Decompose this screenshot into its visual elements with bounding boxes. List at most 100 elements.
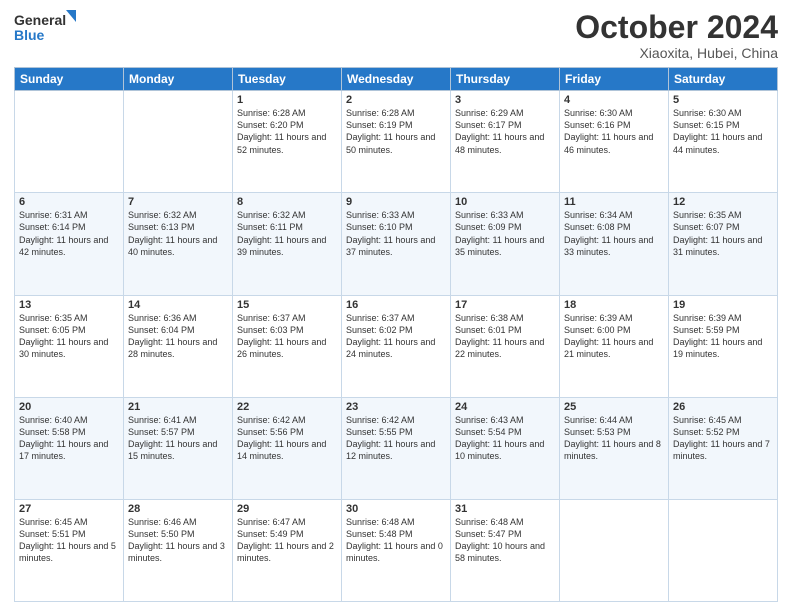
day-info: Sunrise: 6:28 AM Sunset: 6:19 PM Dayligh… xyxy=(346,107,446,156)
day-number: 8 xyxy=(237,196,337,208)
day-number: 3 xyxy=(455,94,555,106)
day-info: Sunrise: 6:28 AM Sunset: 6:20 PM Dayligh… xyxy=(237,107,337,156)
calendar-cell: 25Sunrise: 6:44 AM Sunset: 5:53 PM Dayli… xyxy=(560,397,669,499)
day-number: 23 xyxy=(346,401,446,413)
calendar-cell: 12Sunrise: 6:35 AM Sunset: 6:07 PM Dayli… xyxy=(669,193,778,295)
day-info: Sunrise: 6:35 AM Sunset: 6:05 PM Dayligh… xyxy=(19,312,119,361)
calendar-week-3: 13Sunrise: 6:35 AM Sunset: 6:05 PM Dayli… xyxy=(15,295,778,397)
day-number: 7 xyxy=(128,196,228,208)
day-number: 16 xyxy=(346,299,446,311)
day-number: 9 xyxy=(346,196,446,208)
day-number: 18 xyxy=(564,299,664,311)
calendar-cell: 26Sunrise: 6:45 AM Sunset: 5:52 PM Dayli… xyxy=(669,397,778,499)
title-block: October 2024 Xiaoxita, Hubei, China xyxy=(575,10,778,61)
day-info: Sunrise: 6:30 AM Sunset: 6:16 PM Dayligh… xyxy=(564,107,664,156)
calendar-week-1: 1Sunrise: 6:28 AM Sunset: 6:20 PM Daylig… xyxy=(15,91,778,193)
calendar-cell: 31Sunrise: 6:48 AM Sunset: 5:47 PM Dayli… xyxy=(451,499,560,601)
day-info: Sunrise: 6:39 AM Sunset: 5:59 PM Dayligh… xyxy=(673,312,773,361)
calendar-cell: 14Sunrise: 6:36 AM Sunset: 6:04 PM Dayli… xyxy=(124,295,233,397)
header-tuesday: Tuesday xyxy=(233,68,342,91)
calendar-cell xyxy=(124,91,233,193)
day-info: Sunrise: 6:48 AM Sunset: 5:47 PM Dayligh… xyxy=(455,516,555,565)
calendar-header-row: SundayMondayTuesdayWednesdayThursdayFrid… xyxy=(15,68,778,91)
day-info: Sunrise: 6:32 AM Sunset: 6:11 PM Dayligh… xyxy=(237,209,337,258)
calendar-cell: 27Sunrise: 6:45 AM Sunset: 5:51 PM Dayli… xyxy=(15,499,124,601)
svg-text:Blue: Blue xyxy=(14,27,45,43)
calendar-cell: 2Sunrise: 6:28 AM Sunset: 6:19 PM Daylig… xyxy=(342,91,451,193)
calendar-cell xyxy=(560,499,669,601)
day-number: 28 xyxy=(128,503,228,515)
header-wednesday: Wednesday xyxy=(342,68,451,91)
day-info: Sunrise: 6:37 AM Sunset: 6:02 PM Dayligh… xyxy=(346,312,446,361)
day-info: Sunrise: 6:37 AM Sunset: 6:03 PM Dayligh… xyxy=(237,312,337,361)
calendar-cell: 5Sunrise: 6:30 AM Sunset: 6:15 PM Daylig… xyxy=(669,91,778,193)
day-info: Sunrise: 6:44 AM Sunset: 5:53 PM Dayligh… xyxy=(564,414,664,463)
day-number: 12 xyxy=(673,196,773,208)
day-info: Sunrise: 6:43 AM Sunset: 5:54 PM Dayligh… xyxy=(455,414,555,463)
day-info: Sunrise: 6:47 AM Sunset: 5:49 PM Dayligh… xyxy=(237,516,337,565)
day-info: Sunrise: 6:41 AM Sunset: 5:57 PM Dayligh… xyxy=(128,414,228,463)
day-number: 11 xyxy=(564,196,664,208)
day-info: Sunrise: 6:45 AM Sunset: 5:51 PM Dayligh… xyxy=(19,516,119,565)
day-info: Sunrise: 6:29 AM Sunset: 6:17 PM Dayligh… xyxy=(455,107,555,156)
day-info: Sunrise: 6:36 AM Sunset: 6:04 PM Dayligh… xyxy=(128,312,228,361)
calendar-cell: 4Sunrise: 6:30 AM Sunset: 6:16 PM Daylig… xyxy=(560,91,669,193)
calendar-cell: 8Sunrise: 6:32 AM Sunset: 6:11 PM Daylig… xyxy=(233,193,342,295)
calendar-cell: 29Sunrise: 6:47 AM Sunset: 5:49 PM Dayli… xyxy=(233,499,342,601)
calendar-cell: 15Sunrise: 6:37 AM Sunset: 6:03 PM Dayli… xyxy=(233,295,342,397)
calendar-cell xyxy=(15,91,124,193)
day-info: Sunrise: 6:33 AM Sunset: 6:09 PM Dayligh… xyxy=(455,209,555,258)
calendar-cell: 24Sunrise: 6:43 AM Sunset: 5:54 PM Dayli… xyxy=(451,397,560,499)
day-info: Sunrise: 6:30 AM Sunset: 6:15 PM Dayligh… xyxy=(673,107,773,156)
logo: GeneralBlue xyxy=(14,10,84,48)
day-info: Sunrise: 6:32 AM Sunset: 6:13 PM Dayligh… xyxy=(128,209,228,258)
day-number: 21 xyxy=(128,401,228,413)
day-number: 27 xyxy=(19,503,119,515)
calendar-cell: 16Sunrise: 6:37 AM Sunset: 6:02 PM Dayli… xyxy=(342,295,451,397)
day-number: 10 xyxy=(455,196,555,208)
day-number: 1 xyxy=(237,94,337,106)
day-number: 22 xyxy=(237,401,337,413)
day-info: Sunrise: 6:39 AM Sunset: 6:00 PM Dayligh… xyxy=(564,312,664,361)
svg-text:General: General xyxy=(14,12,66,28)
calendar-cell: 22Sunrise: 6:42 AM Sunset: 5:56 PM Dayli… xyxy=(233,397,342,499)
day-number: 14 xyxy=(128,299,228,311)
calendar-cell: 6Sunrise: 6:31 AM Sunset: 6:14 PM Daylig… xyxy=(15,193,124,295)
day-number: 17 xyxy=(455,299,555,311)
day-number: 30 xyxy=(346,503,446,515)
day-info: Sunrise: 6:31 AM Sunset: 6:14 PM Dayligh… xyxy=(19,209,119,258)
day-info: Sunrise: 6:46 AM Sunset: 5:50 PM Dayligh… xyxy=(128,516,228,565)
calendar-cell: 10Sunrise: 6:33 AM Sunset: 6:09 PM Dayli… xyxy=(451,193,560,295)
day-number: 26 xyxy=(673,401,773,413)
header-monday: Monday xyxy=(124,68,233,91)
day-info: Sunrise: 6:40 AM Sunset: 5:58 PM Dayligh… xyxy=(19,414,119,463)
day-info: Sunrise: 6:42 AM Sunset: 5:55 PM Dayligh… xyxy=(346,414,446,463)
day-number: 29 xyxy=(237,503,337,515)
day-info: Sunrise: 6:48 AM Sunset: 5:48 PM Dayligh… xyxy=(346,516,446,565)
calendar-week-5: 27Sunrise: 6:45 AM Sunset: 5:51 PM Dayli… xyxy=(15,499,778,601)
calendar-cell: 13Sunrise: 6:35 AM Sunset: 6:05 PM Dayli… xyxy=(15,295,124,397)
calendar-cell: 1Sunrise: 6:28 AM Sunset: 6:20 PM Daylig… xyxy=(233,91,342,193)
day-info: Sunrise: 6:42 AM Sunset: 5:56 PM Dayligh… xyxy=(237,414,337,463)
calendar-cell: 11Sunrise: 6:34 AM Sunset: 6:08 PM Dayli… xyxy=(560,193,669,295)
header-friday: Friday xyxy=(560,68,669,91)
day-number: 25 xyxy=(564,401,664,413)
day-number: 13 xyxy=(19,299,119,311)
day-number: 6 xyxy=(19,196,119,208)
header: GeneralBlue October 2024 Xiaoxita, Hubei… xyxy=(14,10,778,61)
calendar-cell: 21Sunrise: 6:41 AM Sunset: 5:57 PM Dayli… xyxy=(124,397,233,499)
header-sunday: Sunday xyxy=(15,68,124,91)
day-number: 20 xyxy=(19,401,119,413)
day-number: 4 xyxy=(564,94,664,106)
day-info: Sunrise: 6:38 AM Sunset: 6:01 PM Dayligh… xyxy=(455,312,555,361)
calendar-week-4: 20Sunrise: 6:40 AM Sunset: 5:58 PM Dayli… xyxy=(15,397,778,499)
day-number: 31 xyxy=(455,503,555,515)
calendar-cell: 7Sunrise: 6:32 AM Sunset: 6:13 PM Daylig… xyxy=(124,193,233,295)
header-saturday: Saturday xyxy=(669,68,778,91)
calendar-cell: 28Sunrise: 6:46 AM Sunset: 5:50 PM Dayli… xyxy=(124,499,233,601)
calendar-table: SundayMondayTuesdayWednesdayThursdayFrid… xyxy=(14,67,778,602)
day-info: Sunrise: 6:35 AM Sunset: 6:07 PM Dayligh… xyxy=(673,209,773,258)
calendar-cell: 23Sunrise: 6:42 AM Sunset: 5:55 PM Dayli… xyxy=(342,397,451,499)
day-number: 2 xyxy=(346,94,446,106)
day-number: 15 xyxy=(237,299,337,311)
